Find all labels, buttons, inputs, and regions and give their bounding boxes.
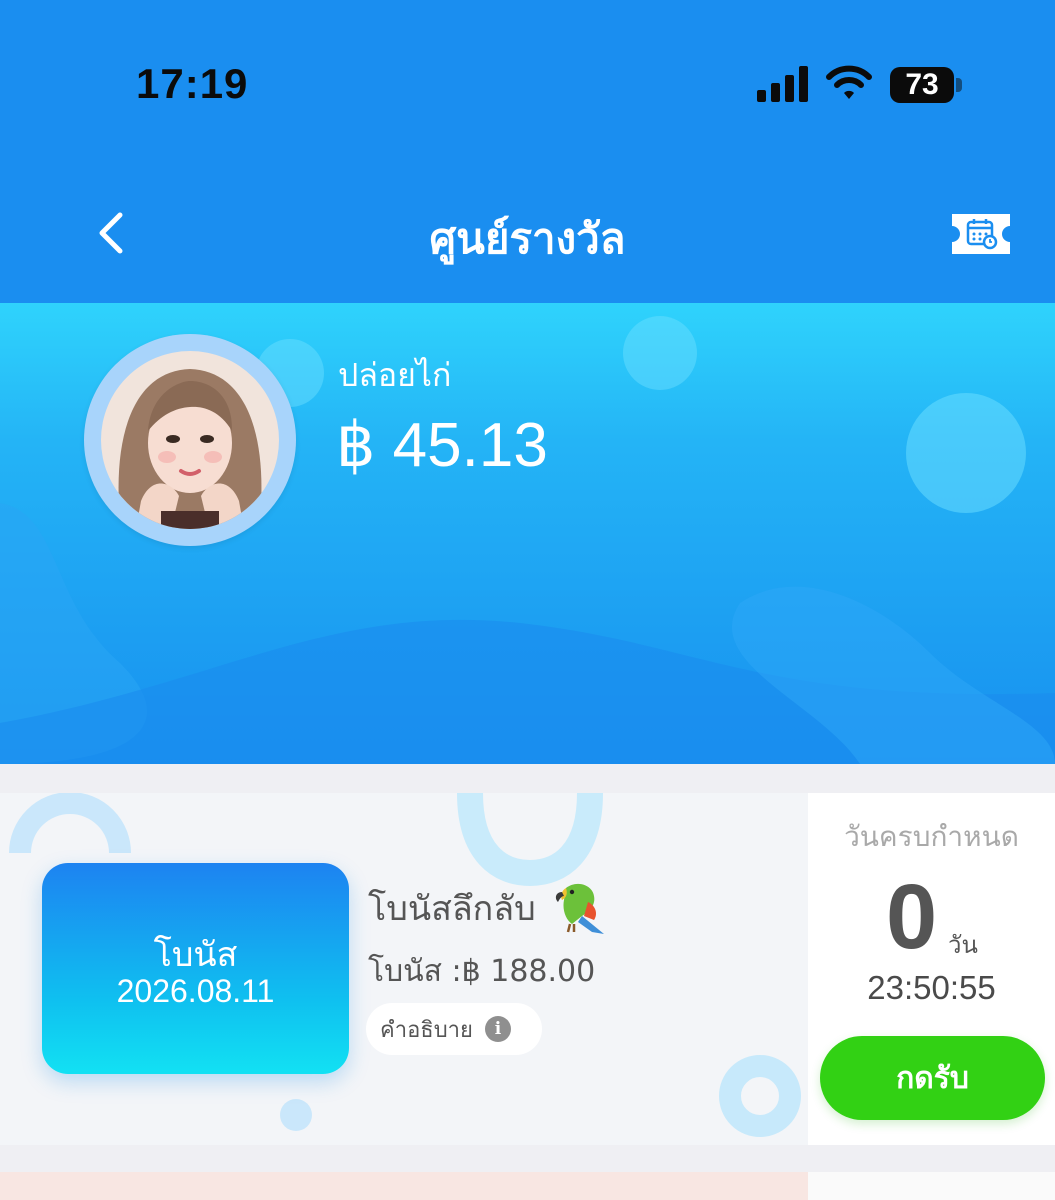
due-label: วันครบกำหนด <box>844 820 1019 853</box>
user-balance: ฿ 45.13 <box>336 411 548 480</box>
description-label: คำอธิบาย <box>380 1017 473 1043</box>
battery-icon: 73 <box>890 67 954 103</box>
bonus-amount: โบนัส :฿ 188.00 <box>368 954 596 989</box>
countdown-timer: 23:50:55 <box>867 969 996 1006</box>
bonus-title: โบนัสลึกลับ <box>368 889 536 929</box>
due-days: 0 <box>886 866 938 968</box>
avatar[interactable] <box>101 351 279 529</box>
battery-tip <box>956 78 962 92</box>
due-days-unit: วัน <box>948 931 978 959</box>
bonus-card: โบนัส 2026.08.11 โบนัสลึกลับ โบนัส :฿ 18… <box>0 793 1055 1145</box>
claim-button[interactable]: กดรับ <box>820 1036 1045 1120</box>
next-bonus-card <box>0 1172 1055 1200</box>
signal-icon <box>757 66 808 102</box>
app-header: 17:19 73 ศูนย์รางวัล <box>0 0 1055 303</box>
calendar-ticket-icon[interactable] <box>948 212 1014 256</box>
bonus-badge: โบนัส 2026.08.11 <box>42 863 349 1074</box>
user-name: ปล่อยไก่ <box>338 356 452 394</box>
badge-date: 2026.08.11 <box>116 973 275 1009</box>
description-button[interactable]: คำอธิบาย i <box>366 1003 542 1055</box>
parrot-emoji <box>555 883 604 934</box>
status-time: 17:19 <box>136 60 249 107</box>
bonus-card-body: โบนัส 2026.08.11 โบนัสลึกลับ โบนัส :฿ 18… <box>0 793 808 1145</box>
next-card-right <box>808 1172 1055 1200</box>
battery-level: 73 <box>905 68 939 101</box>
wifi-icon <box>826 65 872 99</box>
info-icon: i <box>484 1016 511 1042</box>
due-panel: วันครบกำหนด 0 วัน 23:50:55 กดรับ <box>808 793 1055 1145</box>
page-title: ศูนย์รางวัล <box>429 214 626 263</box>
